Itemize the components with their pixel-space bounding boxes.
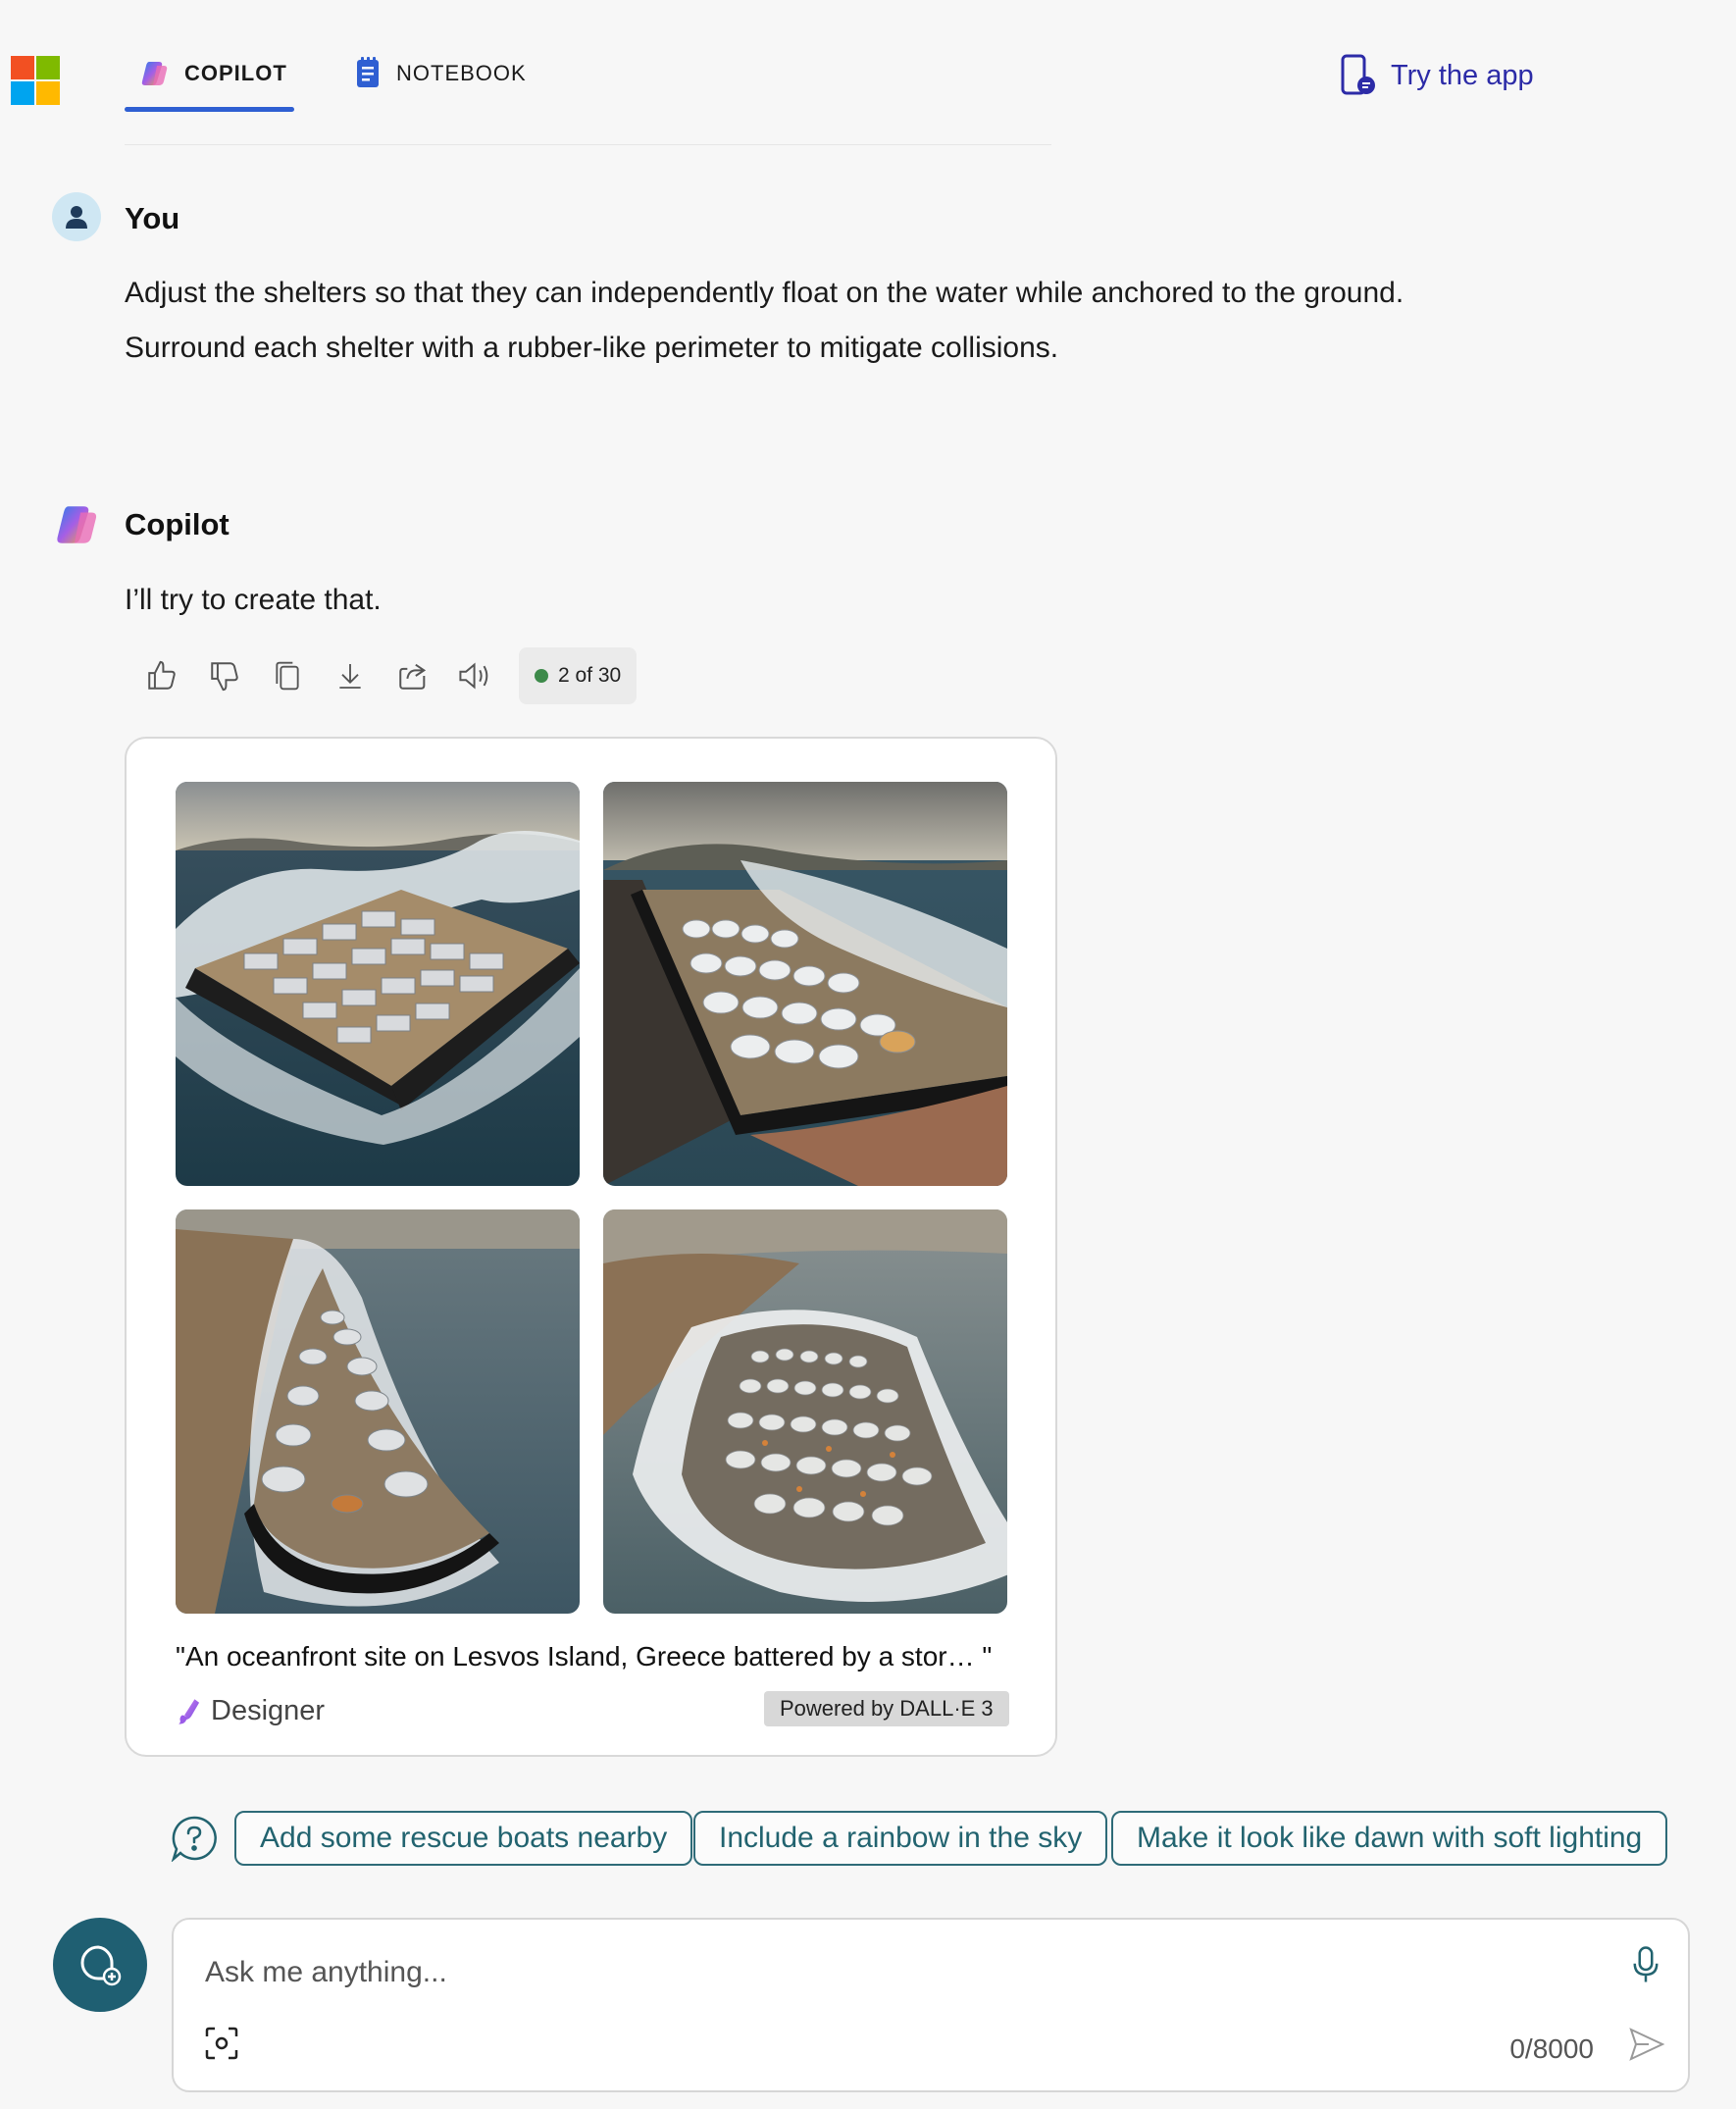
visual-search-button[interactable]	[205, 2027, 238, 2065]
generated-image-2[interactable]	[603, 782, 1007, 1186]
divider	[125, 144, 1051, 145]
copilot-icon	[57, 506, 97, 543]
thumbs-down-button[interactable]	[193, 647, 256, 704]
question-bubble-icon	[171, 1816, 217, 1863]
user-message-line: Adjust the shelters so that they can ind…	[125, 277, 1404, 309]
designer-brand[interactable]: Designer	[178, 1695, 325, 1727]
image-prompt-caption: "An oceanfront site on Lesvos Island, Gr…	[176, 1641, 993, 1672]
send-icon	[1629, 2028, 1665, 2061]
image-result-card: "An oceanfront site on Lesvos Island, Gr…	[125, 737, 1057, 1757]
new-topic-button[interactable]	[53, 1918, 147, 2012]
suggestion-help-button[interactable]	[171, 1815, 218, 1863]
generated-image-3[interactable]	[176, 1209, 580, 1614]
share-icon	[399, 663, 427, 690]
microsoft-logo[interactable]	[11, 56, 60, 105]
suggestion-chip[interactable]: Make it look like dawn with soft lightin…	[1111, 1811, 1668, 1866]
read-aloud-icon	[459, 662, 488, 690]
copilot-icon	[141, 62, 168, 85]
chat-input[interactable]	[203, 1947, 1560, 1998]
suggestion-chip[interactable]: Include a rainbow in the sky	[693, 1811, 1108, 1866]
user-message: Adjust the shelters so that they can ind…	[125, 266, 1404, 376]
copilot-avatar	[52, 500, 103, 549]
generated-image-1[interactable]	[176, 782, 580, 1186]
copilot-reply: I’ll try to create that.	[125, 584, 382, 616]
tab-notebook[interactable]: NOTEBOOK	[355, 49, 527, 98]
user-message-line: Surround each shelter with a rubber-like…	[125, 332, 1059, 364]
character-count: 0/8000	[1509, 2033, 1594, 2064]
copy-button[interactable]	[256, 647, 319, 704]
new-chat-icon	[80, 1945, 122, 1986]
person-icon	[66, 206, 87, 229]
notebook-icon	[357, 57, 379, 87]
read-aloud-button[interactable]	[444, 647, 507, 704]
try-the-app-button[interactable]: Try the app	[1340, 54, 1534, 97]
thumbs-down-icon	[211, 662, 238, 692]
send-button[interactable]	[1627, 2025, 1666, 2069]
response-counter: 2 of 30	[519, 647, 638, 704]
response-toolbar: 2 of 30	[130, 647, 638, 704]
copilot-name: Copilot	[125, 507, 230, 541]
active-tab-indicator	[125, 107, 294, 112]
try-the-app-label: Try the app	[1391, 59, 1534, 91]
microphone-button[interactable]	[1631, 1945, 1660, 1989]
user-avatar	[52, 192, 101, 241]
mobile-app-icon	[1341, 54, 1375, 95]
thumbs-up-icon	[148, 660, 176, 690]
designer-icon	[179, 1698, 200, 1724]
response-counter-label: 2 of 30	[558, 664, 622, 687]
tab-copilot[interactable]: COPILOT	[139, 49, 287, 98]
download-icon	[339, 664, 361, 689]
download-button[interactable]	[319, 647, 382, 704]
microphone-icon	[1633, 1946, 1659, 1982]
suggestion-chip[interactable]: Add some rescue boats nearby	[234, 1811, 693, 1866]
user-name: You	[125, 201, 180, 235]
tab-notebook-label: NOTEBOOK	[396, 61, 527, 85]
copy-icon	[276, 661, 299, 691]
tab-copilot-label: COPILOT	[184, 61, 287, 85]
image-capture-icon	[205, 2027, 238, 2060]
designer-label: Designer	[211, 1695, 326, 1726]
thumbs-up-button[interactable]	[130, 647, 193, 704]
status-dot	[535, 669, 548, 683]
powered-by-badge: Powered by DALL·E 3	[764, 1691, 1009, 1726]
generated-image-4[interactable]	[603, 1209, 1007, 1614]
share-button[interactable]	[382, 647, 444, 704]
chat-composer: 0/8000	[172, 1918, 1690, 2092]
